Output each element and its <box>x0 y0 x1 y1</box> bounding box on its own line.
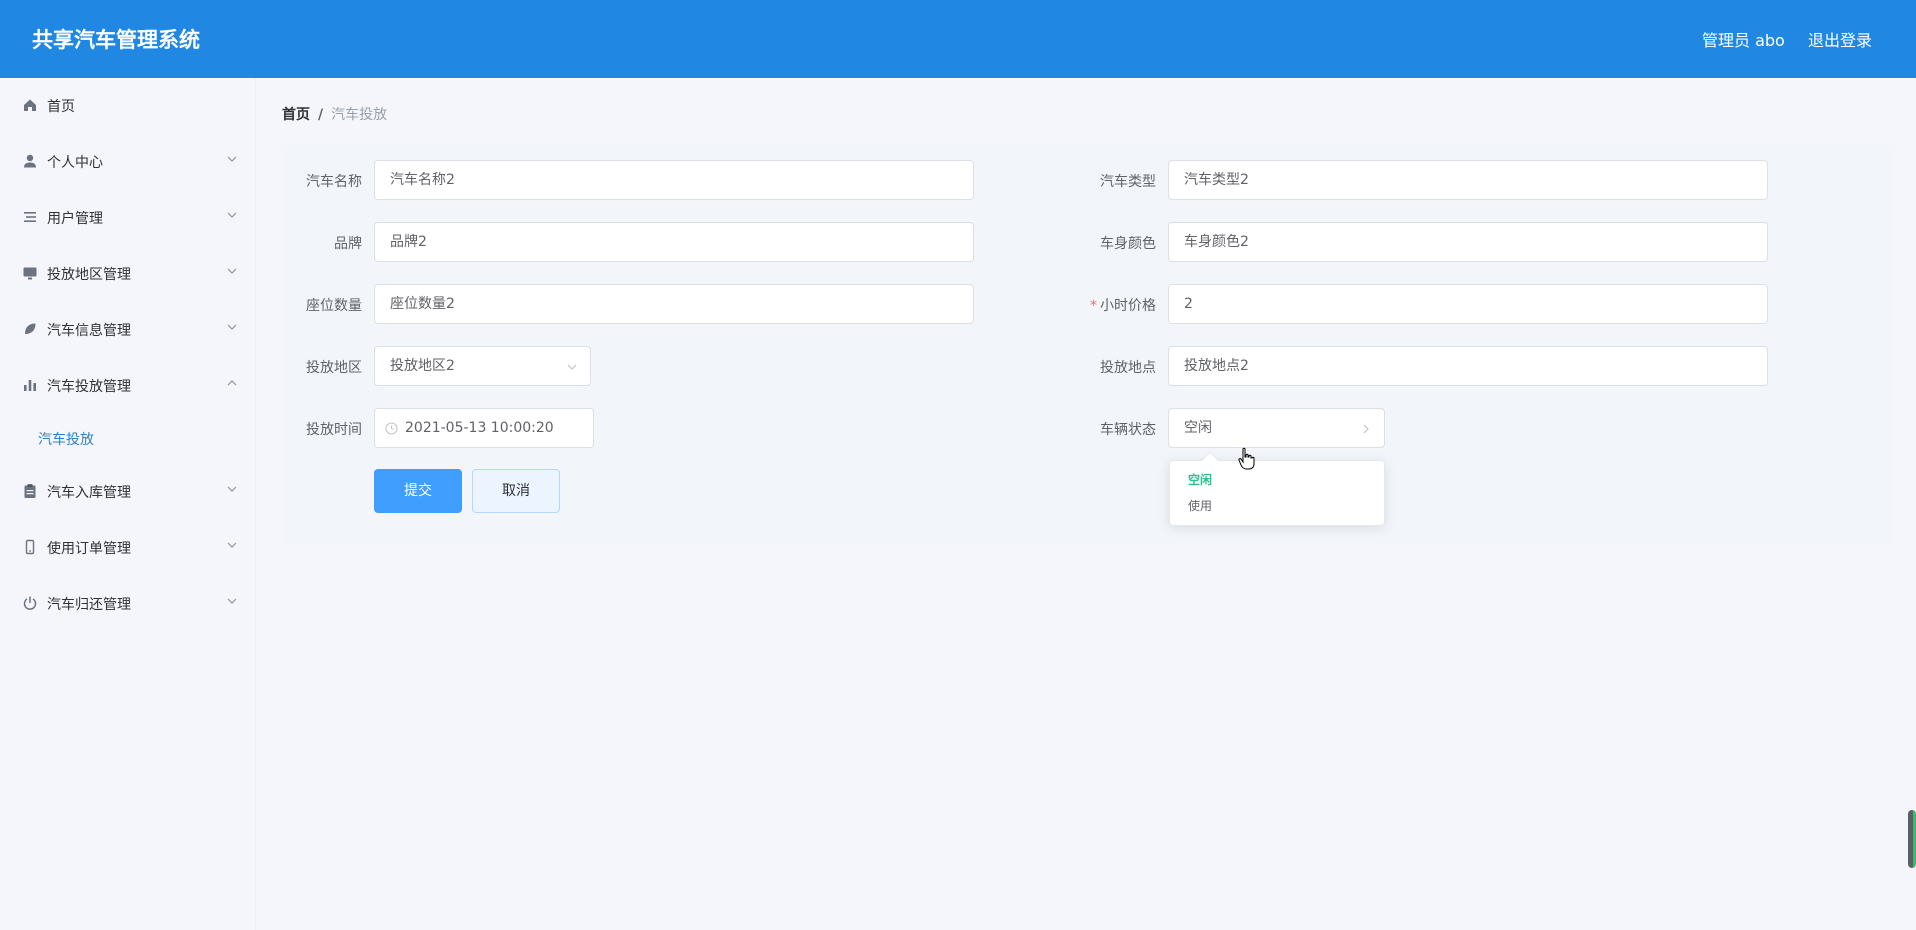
brand-input[interactable]: 品牌2 <box>374 222 974 262</box>
chart-icon <box>24 380 36 391</box>
chevron-down-icon <box>227 156 237 162</box>
required-mark: * <box>1090 298 1097 314</box>
sidebar-item-users[interactable]: 用户管理 <box>0 197 256 237</box>
sidebar-item-orders[interactable]: 使用订单管理 <box>0 527 256 567</box>
sidebar-item-label: 投放地区管理 <box>47 267 131 283</box>
car-type-input[interactable]: 汽车类型2 <box>1168 160 1768 200</box>
body-color-input[interactable]: 车身颜色2 <box>1168 222 1768 262</box>
sidebar-item-label: 用户管理 <box>47 211 103 227</box>
body-color-label: 车身颜色 <box>1100 236 1156 252</box>
sidebar-item-car-info[interactable]: 汽车信息管理 <box>0 309 256 349</box>
car-name-input[interactable]: 汽车名称2 <box>374 160 974 200</box>
sidebar-item-car-storage[interactable]: 汽车入库管理 <box>0 471 256 511</box>
brand-label: 品牌 <box>334 236 362 252</box>
user-icon <box>24 154 36 168</box>
location-input[interactable]: 投放地点2 <box>1168 346 1768 386</box>
status-option-idle[interactable]: 空闲 <box>1170 467 1384 493</box>
current-user: 管理员 abo <box>1702 31 1785 50</box>
status-dropdown: 空闲 使用 <box>1169 451 1385 526</box>
sidebar-subitem-car-deploy[interactable]: 汽车投放 <box>0 418 256 458</box>
hourly-price-input[interactable]: 2 <box>1168 284 1768 324</box>
sidebar-item-home[interactable]: 首页 <box>0 85 256 125</box>
sidebar-item-label: 首页 <box>47 99 75 115</box>
location-label: 投放地点 <box>1100 360 1156 376</box>
sidebar-item-label: 使用订单管理 <box>47 541 131 557</box>
phone-icon <box>25 539 35 555</box>
region-select[interactable]: 投放地区2 <box>374 346 591 386</box>
chevron-down-icon <box>227 486 237 492</box>
sidebar-item-label: 汽车入库管理 <box>47 485 131 501</box>
top-header: 共享汽车管理系统 管理员 abo 退出登录 <box>0 0 1916 78</box>
chevron-right-icon <box>1363 424 1369 434</box>
clipboard-icon <box>24 484 36 498</box>
sidebar-item-car-deploy[interactable]: 汽车投放管理 <box>0 365 256 405</box>
power-icon <box>23 596 37 610</box>
status-option-in-use[interactable]: 使用 <box>1170 493 1384 519</box>
seats-input[interactable]: 座位数量2 <box>374 284 974 324</box>
chevron-down-icon <box>567 364 577 370</box>
hourly-price-label: * 小时价格 <box>1066 295 1156 315</box>
submit-button[interactable]: 提交 <box>374 469 462 513</box>
list-icon <box>24 212 36 222</box>
status-label: 车辆状态 <box>1100 422 1156 438</box>
chevron-down-icon <box>227 324 237 330</box>
sidebar-item-label: 汽车投放管理 <box>47 379 131 395</box>
chevron-down-icon <box>227 542 237 548</box>
chevron-down-icon <box>227 598 237 604</box>
clock-icon <box>385 422 398 435</box>
chevron-down-icon <box>227 212 237 218</box>
region-label: 投放地区 <box>306 360 362 376</box>
breadcrumb-home[interactable]: 首页 <box>282 107 310 123</box>
seats-label: 座位数量 <box>306 298 362 314</box>
hand-cursor-icon <box>1238 447 1255 470</box>
cancel-button[interactable]: 取消 <box>472 469 560 513</box>
breadcrumb: 首页 / 汽车投放 <box>282 104 387 124</box>
sidebar-item-label: 汽车信息管理 <box>47 323 131 339</box>
car-type-label: 汽车类型 <box>1100 174 1156 190</box>
sidebar-subitem-label: 汽车投放 <box>38 432 94 448</box>
sidebar-item-returns[interactable]: 汽车归还管理 <box>0 583 256 623</box>
monitor-icon <box>23 267 37 280</box>
page-scrollbar[interactable] <box>1908 810 1916 868</box>
breadcrumb-current: 汽车投放 <box>331 107 388 123</box>
sidebar-item-regions[interactable]: 投放地区管理 <box>0 253 256 293</box>
app-title: 共享汽车管理系统 <box>32 28 200 52</box>
hourly-price-label-text: 小时价格 <box>1100 298 1156 314</box>
sidebar: 首页 个人中心 用户管理 投放地区管理 汽车信息管理 汽车投放管理 汽车投放 汽… <box>0 78 256 930</box>
breadcrumb-separator: / <box>318 107 324 123</box>
home-icon <box>24 99 36 111</box>
time-picker[interactable]: 2021-05-13 10:00:20 <box>374 408 594 448</box>
logout-link[interactable]: 退出登录 <box>1808 27 1872 51</box>
chevron-up-icon <box>227 380 237 386</box>
sidebar-item-label: 个人中心 <box>47 155 103 171</box>
chevron-down-icon <box>227 268 237 274</box>
status-select[interactable]: 空闲 <box>1168 408 1385 448</box>
time-label: 投放时间 <box>306 422 362 438</box>
car-name-label: 汽车名称 <box>306 174 362 190</box>
leaf-icon <box>25 323 36 334</box>
sidebar-item-profile[interactable]: 个人中心 <box>0 141 256 181</box>
sidebar-item-label: 汽车归还管理 <box>47 597 131 613</box>
